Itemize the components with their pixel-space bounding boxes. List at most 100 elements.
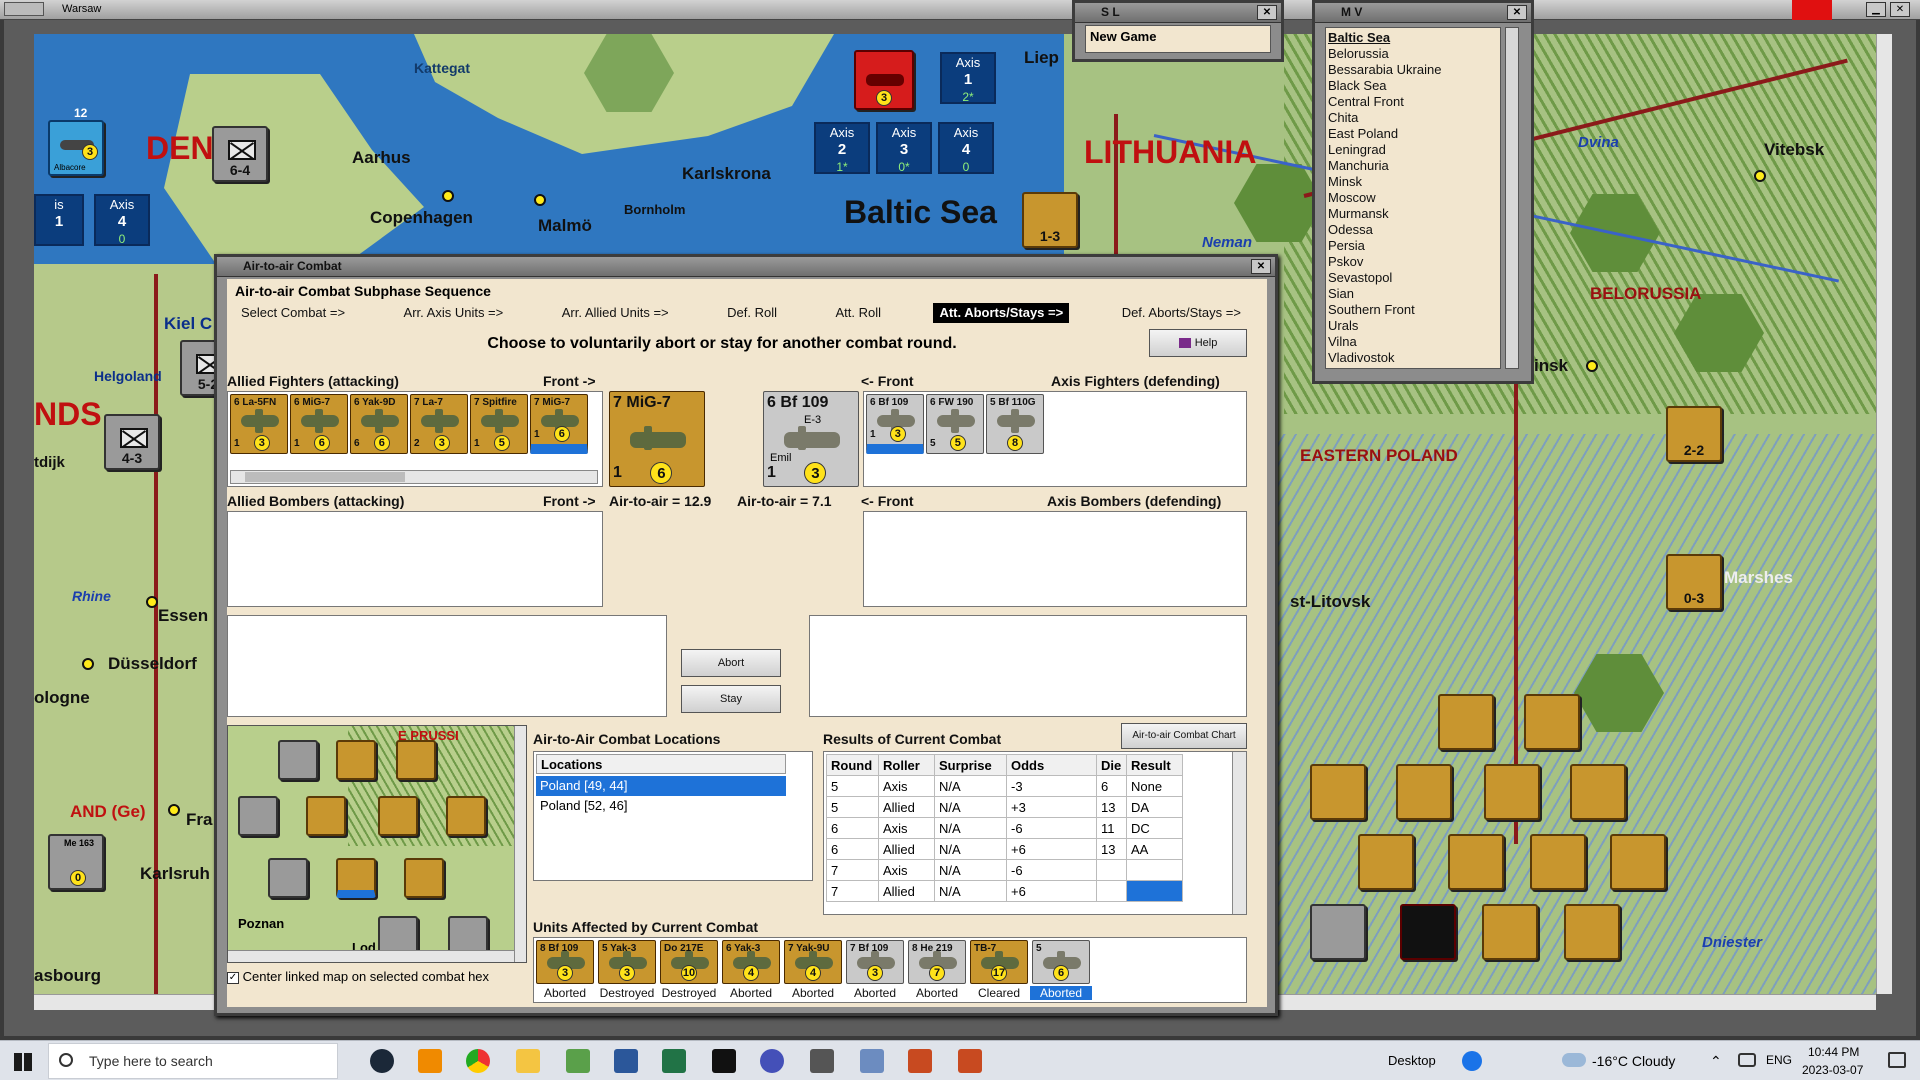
- game-icon-2[interactable]: [958, 1049, 982, 1073]
- axis-box[interactable]: is 1: [34, 194, 84, 246]
- scroll-thumb[interactable]: [245, 472, 405, 482]
- results-row[interactable]: 5 Allied N/A +3 13 DA: [826, 796, 1183, 818]
- language-indicator[interactable]: ENG: [1766, 1053, 1792, 1067]
- calculator-icon[interactable]: [810, 1049, 834, 1073]
- axis-fighter-counter-selected[interactable]: 6 Bf 109 1 3: [866, 394, 924, 454]
- mv-list-item[interactable]: Urals: [1326, 318, 1500, 334]
- results-row[interactable]: 5 Axis N/A -3 6 None: [826, 775, 1183, 797]
- results-row[interactable]: 7 Axis N/A -6: [826, 859, 1183, 881]
- mv-list-item[interactable]: Black Sea: [1326, 78, 1500, 94]
- mv-list-item[interactable]: Baltic Sea: [1326, 30, 1500, 46]
- combat-marker[interactable]: [1400, 904, 1456, 960]
- mv-list-item[interactable]: Manchuria: [1326, 158, 1500, 174]
- results-table-box[interactable]: Round Roller Surprise Odds Die Result 5 Axis N/…: [823, 751, 1247, 915]
- sl-window[interactable]: S L ✕ New Game: [1072, 0, 1284, 62]
- unit-counter-air-german[interactable]: Me 163 0: [48, 834, 104, 890]
- mini-counter[interactable]: [378, 796, 418, 836]
- affected-unit[interactable]: 5 Yak-3 3: [598, 940, 656, 984]
- unit-counter-infantry[interactable]: 6-4: [212, 126, 268, 182]
- sl-close-button[interactable]: ✕: [1257, 5, 1277, 20]
- word-icon[interactable]: [614, 1049, 638, 1073]
- unit-counter-air[interactable]: [1524, 694, 1580, 750]
- unit-counter-air[interactable]: [1438, 694, 1494, 750]
- sl-list[interactable]: New Game: [1085, 25, 1271, 53]
- results-scrollbar[interactable]: [1232, 752, 1246, 914]
- sl-title-bar[interactable]: S L ✕: [1075, 3, 1281, 23]
- mv-list[interactable]: Baltic Sea Belorussia Bessarabia Ukraine…: [1325, 27, 1501, 369]
- mini-counter[interactable]: [238, 796, 278, 836]
- mv-list-item[interactable]: Sian: [1326, 286, 1500, 302]
- mini-map[interactable]: E PRUSSI Poznan Lod: [227, 725, 527, 963]
- mv-list-item[interactable]: Persia: [1326, 238, 1500, 254]
- network-icon[interactable]: [1738, 1053, 1756, 1067]
- allied-fighter-counter[interactable]: 6 La-5FN 1 3: [230, 394, 288, 454]
- mv-list-item[interactable]: Southern Front: [1326, 302, 1500, 318]
- affected-unit[interactable]: Do 217E 10: [660, 940, 718, 984]
- mini-counter[interactable]: [396, 740, 436, 780]
- dialog-close-button[interactable]: ✕: [1251, 259, 1271, 274]
- help-icon[interactable]: [1462, 1051, 1482, 1071]
- mini-counter[interactable]: [306, 796, 346, 836]
- excel-icon[interactable]: [662, 1049, 686, 1073]
- unit-counter-naval[interactable]: 1-3: [1022, 192, 1078, 248]
- mv-list-item[interactable]: Vladivostok: [1326, 350, 1500, 366]
- abort-button[interactable]: Abort: [681, 649, 781, 677]
- mini-counter[interactable]: [336, 740, 376, 780]
- mini-map-hscroll[interactable]: [228, 950, 514, 962]
- allied-fighter-counter[interactable]: 7 Spitfire 1 5: [470, 394, 528, 454]
- unit-counter-p[interactable]: 0-3: [1666, 554, 1722, 610]
- location-item[interactable]: Poland [52, 46]: [536, 796, 786, 816]
- mv-list-item[interactable]: Murmansk: [1326, 206, 1500, 222]
- locations-list[interactable]: Locations Poland [49, 44] Poland [52, 46…: [533, 751, 813, 881]
- affected-unit[interactable]: 7 Yak-9U 4: [784, 940, 842, 984]
- affected-unit[interactable]: 7 Bf 109 3: [846, 940, 904, 984]
- unit-counter-air-red[interactable]: 3: [854, 50, 914, 110]
- desktop-label[interactable]: Desktop: [1388, 1053, 1436, 1068]
- affected-unit-selected[interactable]: 56: [1032, 940, 1090, 984]
- mv-scrollbar[interactable]: [1505, 27, 1519, 369]
- mini-counter[interactable]: [446, 796, 486, 836]
- minimize-button[interactable]: ▁: [1866, 2, 1886, 17]
- unit-counter-air[interactable]: [1564, 904, 1620, 960]
- mini-map-vscroll[interactable]: [514, 726, 526, 962]
- unit-counter-air[interactable]: [1396, 764, 1452, 820]
- close-button[interactable]: ✕: [1890, 2, 1910, 17]
- game-icon[interactable]: [908, 1049, 932, 1073]
- allied-fighter-counter-selected[interactable]: 7 MiG-7 1 6: [530, 394, 588, 454]
- app-icon[interactable]: [760, 1049, 784, 1073]
- mini-counter[interactable]: [278, 740, 318, 780]
- allied-bombers-box[interactable]: [227, 511, 603, 607]
- allied-front-counter[interactable]: 7 MiG-7 16: [609, 391, 705, 487]
- mv-list-item[interactable]: Odessa: [1326, 222, 1500, 238]
- unit-counter-air[interactable]: [1610, 834, 1666, 890]
- affected-unit[interactable]: TB-7 17: [970, 940, 1028, 984]
- unit-counter-air[interactable]: [1448, 834, 1504, 890]
- air-combat-dialog[interactable]: Air-to-air Combat ✕ Air-to-air Combat Su…: [214, 254, 1278, 1016]
- axis-box[interactable]: Axis 3 0*: [876, 122, 932, 174]
- map-vertical-scrollbar[interactable]: [1876, 34, 1892, 994]
- results-row[interactable]: 6 Allied N/A +6 13 AA: [826, 838, 1183, 860]
- mv-list-item[interactable]: Bessarabia Ukraine: [1326, 62, 1500, 78]
- allied-fighter-counter[interactable]: 6 MiG-7 1 6: [290, 394, 348, 454]
- results-row[interactable]: 7 Allied N/A +6: [826, 880, 1183, 902]
- new-game-item[interactable]: New Game: [1090, 29, 1156, 44]
- help-button[interactable]: Help: [1149, 329, 1247, 357]
- spreadsheet-icon[interactable]: [566, 1049, 590, 1073]
- netflix-icon[interactable]: [712, 1049, 736, 1073]
- mv-window[interactable]: M V ✕ Baltic Sea Belorussia Bessarabia Uk…: [1312, 0, 1534, 384]
- steam-icon[interactable]: [370, 1049, 394, 1073]
- unit-counter-air[interactable]: [1310, 764, 1366, 820]
- window-app-icon[interactable]: [860, 1049, 884, 1073]
- affected-unit[interactable]: 8 He 219 7: [908, 940, 966, 984]
- axis-box[interactable]: Axis 1 2*: [940, 52, 996, 104]
- combat-chart-button[interactable]: Air-to-air Combat Chart: [1121, 723, 1247, 749]
- allied-fighters-box[interactable]: 6 La-5FN 1 3 6 MiG-7 1 6 6 Yak-9D 6 6 7 La-7 2 3…: [227, 391, 603, 487]
- vlc-icon[interactable]: [418, 1049, 442, 1073]
- axis-box[interactable]: Axis 4 0: [94, 194, 150, 246]
- window-menu-icon[interactable]: [4, 2, 44, 16]
- mv-list-item[interactable]: Chita: [1326, 110, 1500, 126]
- axis-box[interactable]: Axis 4 0: [938, 122, 994, 174]
- results-row[interactable]: 6 Axis N/A -6 11 DC: [826, 817, 1183, 839]
- clock-date[interactable]: 2023-03-07: [1802, 1063, 1863, 1077]
- weather-text[interactable]: -16°C Cloudy: [1592, 1053, 1675, 1069]
